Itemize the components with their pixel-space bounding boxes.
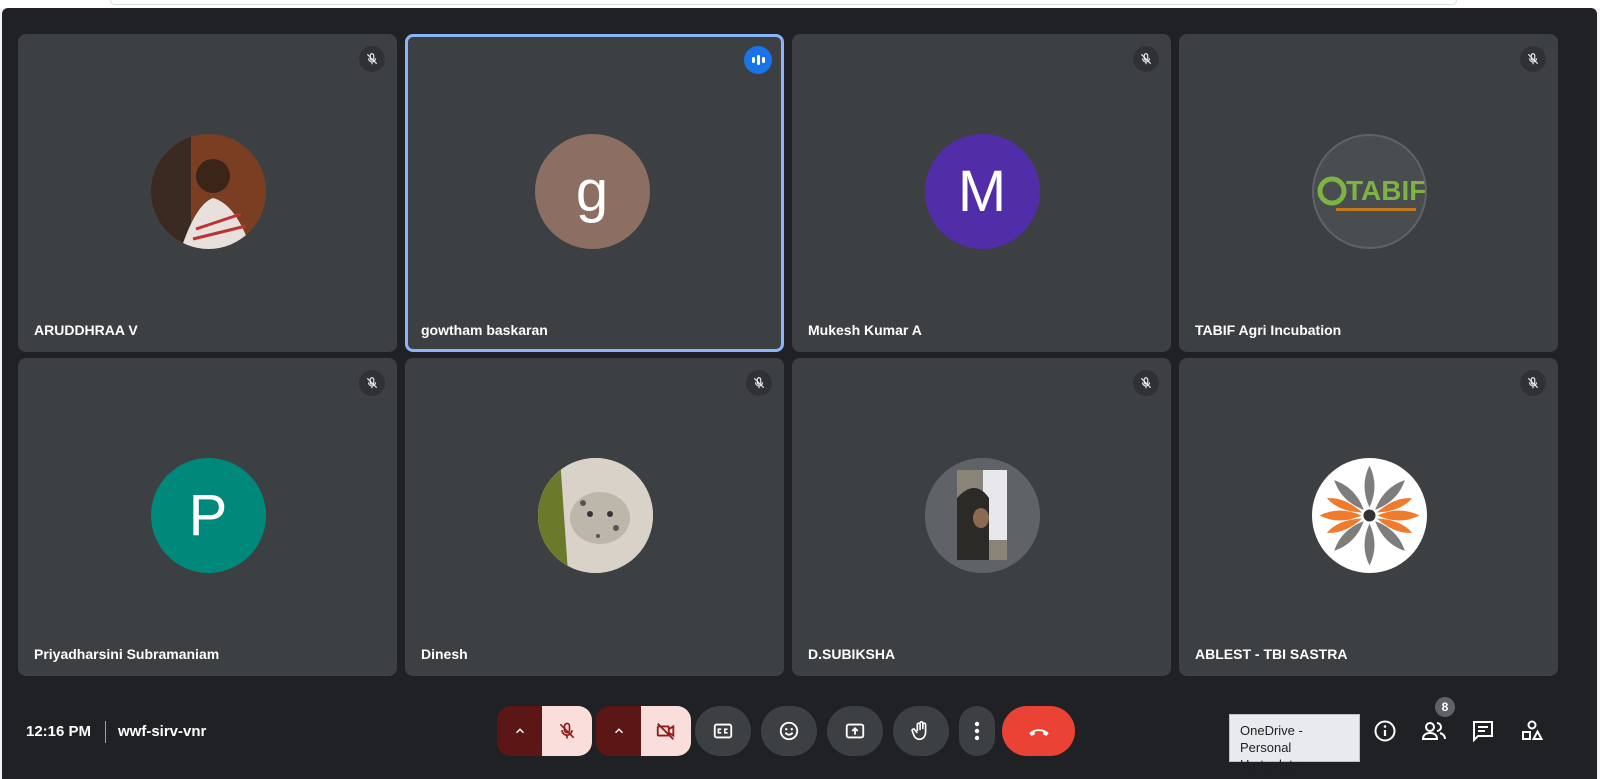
svg-text:TABIF: TABIF <box>1346 175 1425 206</box>
participant-avatar <box>150 134 266 249</box>
more-options-icon <box>974 721 980 741</box>
participant-name: gowtham baskaran <box>421 322 548 338</box>
raise-hand-button[interactable] <box>893 706 949 756</box>
tooltip-title: OneDrive - Personal <box>1240 723 1303 755</box>
participant-tile[interactable]: Dinesh <box>405 358 784 676</box>
caret-up-icon <box>614 728 623 734</box>
mic-off-icon <box>1133 46 1159 72</box>
speaking-icon <box>744 46 772 74</box>
participant-avatar: P <box>150 458 266 573</box>
participant-tile[interactable]: ARUDDHRAA V <box>18 34 397 352</box>
participant-tile[interactable]: D.SUBIKSHA <box>792 358 1171 676</box>
participant-tile[interactable]: P Priyadharsini Subramaniam <box>18 358 397 676</box>
meeting-details-button[interactable] <box>1371 717 1399 745</box>
participant-avatar <box>537 458 653 573</box>
mic-off-icon <box>1133 370 1159 396</box>
meeting-time: 12:16 PM <box>26 723 92 740</box>
chat-icon <box>1473 721 1493 743</box>
mic-off-icon <box>1520 46 1546 72</box>
present-now-button[interactable] <box>827 706 883 756</box>
captions-button[interactable] <box>695 706 751 756</box>
participant-name: Mukesh Kumar A <box>808 322 922 338</box>
participant-name: Priyadharsini Subramaniam <box>34 646 220 662</box>
participant-avatar-logo: TABIF <box>1311 134 1427 249</box>
participant-name: D.SUBIKSHA <box>808 646 896 662</box>
activities-button[interactable] <box>1518 717 1546 745</box>
people-icon <box>1421 722 1446 740</box>
caret-up-icon <box>515 728 524 734</box>
end-call-icon <box>1028 729 1049 736</box>
mic-off-icon <box>359 46 385 72</box>
emoji-icon <box>779 721 799 741</box>
chat-button[interactable] <box>1469 717 1497 745</box>
participant-tile[interactable]: ABLEST - TBI SASTRA <box>1179 358 1558 676</box>
mic-off-icon <box>746 370 772 396</box>
mic-off-icon <box>1520 370 1546 396</box>
raise-hand-icon <box>911 721 927 741</box>
participant-tile-speaking[interactable]: g gowtham baskaran <box>405 34 784 352</box>
participant-avatar-logo <box>1311 458 1427 573</box>
participant-avatar <box>924 458 1040 573</box>
camera-off-icon <box>656 723 675 740</box>
participant-count-badge: 8 <box>1435 697 1455 717</box>
captions-icon <box>713 723 733 739</box>
present-icon <box>845 723 865 739</box>
control-bar: 12:16 PM wwf-sirv-vnr OneDrive - Persona… <box>2 693 1597 779</box>
participant-tile[interactable]: M Mukesh Kumar A <box>792 34 1171 352</box>
emoji-reactions-button[interactable] <box>761 706 817 756</box>
participant-tile[interactable]: TABIF TABIF Agri Incubation <box>1179 34 1558 352</box>
onedrive-tooltip: OneDrive - Personal Up to date <box>1229 714 1360 772</box>
audio-options-button[interactable] <box>497 706 542 756</box>
leave-call-button[interactable] <box>1002 706 1075 756</box>
tooltip-status: Up to date <box>1240 757 1300 772</box>
browser-top-strip <box>0 0 1600 8</box>
activities-icon <box>1522 720 1544 740</box>
people-button[interactable] <box>1420 717 1448 745</box>
divider <box>105 721 106 743</box>
address-bar-edge <box>110 0 1457 5</box>
mic-off-icon <box>559 722 575 739</box>
mic-off-icon <box>359 370 385 396</box>
meeting-code: wwf-sirv-vnr <box>118 723 207 740</box>
video-options-button[interactable] <box>596 706 641 756</box>
meet-window: ARUDDHRAA V g gowtham baskaran M Mukesh … <box>2 8 1597 779</box>
participant-avatar: g <box>534 134 650 249</box>
participant-name: ABLEST - TBI SASTRA <box>1195 646 1348 662</box>
camera-toggle-button[interactable] <box>641 706 691 756</box>
more-options-button[interactable] <box>959 706 995 756</box>
participant-name: ARUDDHRAA V <box>34 322 138 338</box>
info-icon <box>1374 720 1396 742</box>
participant-avatar: M <box>924 134 1040 249</box>
participant-name: Dinesh <box>421 646 468 662</box>
microphone-toggle-button[interactable] <box>542 706 592 756</box>
participant-name: TABIF Agri Incubation <box>1195 322 1342 338</box>
